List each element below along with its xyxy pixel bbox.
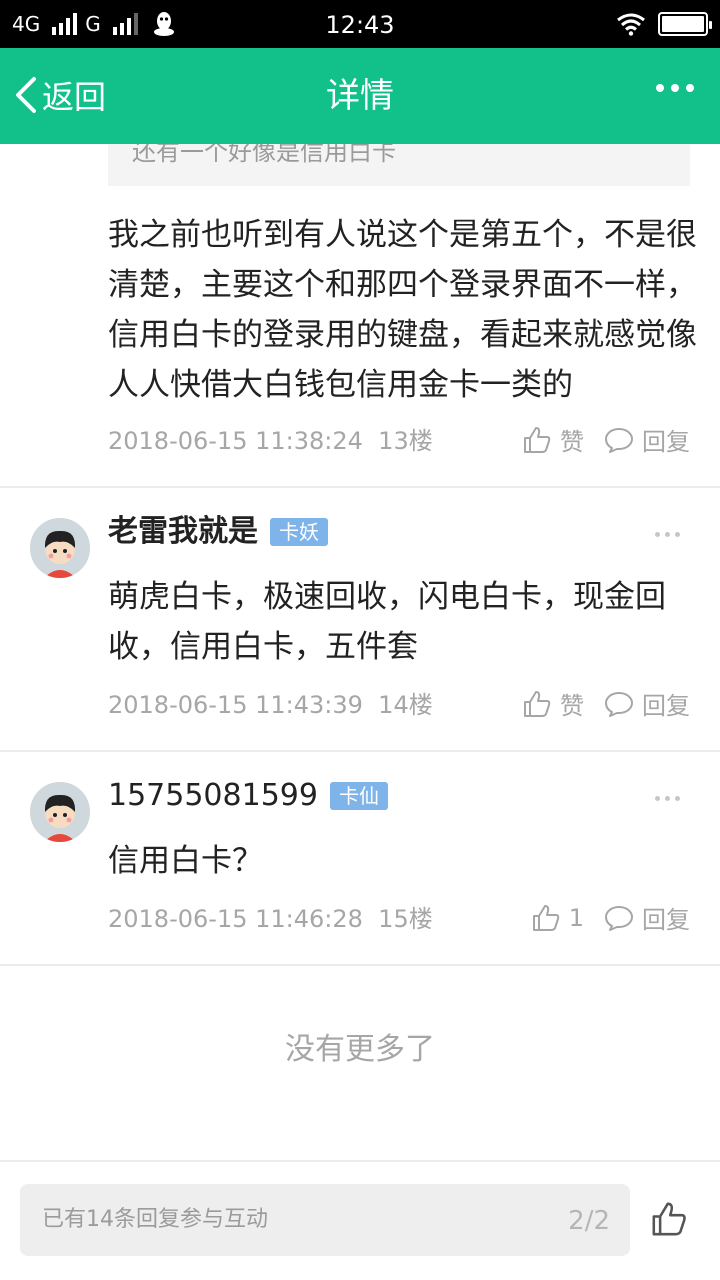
reply-label: 回复 [642,428,690,456]
dot-icon [665,796,670,801]
user-level-badge: 卡仙 [329,782,388,810]
comment-text: 萌虎白卡，极速回收，闪电白卡，现金回收，信用白卡，五件套 [108,579,666,665]
like-post-button[interactable] [650,1200,688,1242]
comment-bubble-icon [605,691,633,717]
bottom-bar: 已有14条回复参与互动 2/2 [0,1160,720,1280]
dot-icon [675,532,680,537]
comment-time: 2018-06-15 11:38:24 [108,427,363,455]
like-label: 赞 [560,692,584,720]
nav-bar: 返回 详情 [0,48,720,144]
wifi-icon [617,13,645,36]
reply-button[interactable]: 回复 [604,422,690,457]
reply-button[interactable]: 回复 [604,686,690,721]
comment-bubble-icon [605,427,633,453]
author-name[interactable]: 老雷我就是 [108,514,258,550]
dot-icon [671,84,679,92]
reply-label: 回复 [642,906,690,934]
no-more-text: 没有更多了 [285,1032,435,1067]
avatar[interactable] [30,518,90,578]
thumb-up-icon [524,690,551,717]
dot-icon [665,532,670,537]
like-count: 1 [568,903,584,932]
more-button[interactable] [656,84,694,92]
author-name[interactable]: 15755081599 [108,778,318,814]
comment-item: 15755081599 卡仙 信用白卡？ 2018-06-15 11:46:28… [0,752,720,966]
clock: 12:43 [325,11,395,39]
avatar-icon [30,782,90,842]
status-bar: 4G G 12:43 [0,0,720,48]
comment-actions: 赞 回复 [522,686,690,721]
page-title: 详情 [326,76,394,116]
reply-button[interactable]: 回复 [604,900,690,935]
dot-icon [656,84,664,92]
battery-icon [658,12,712,36]
comment-meta: 2018-06-15 11:43:39 14楼 [108,690,433,720]
comment-more-button[interactable] [655,532,680,537]
comment-meta: 2018-06-15 11:46:28 15楼 [108,904,433,934]
comment-more-button[interactable] [655,796,680,801]
comment-floor: 14楼 [378,691,433,719]
comment-author: 15755081599 卡仙 [108,778,388,814]
comment-actions: 赞 回复 [522,422,690,457]
thumb-up-icon [524,426,551,453]
like-label: 赞 [560,428,584,456]
comment-meta: 2018-06-15 11:38:24 13楼 [108,426,433,456]
comment-list[interactable]: 还有一个好像是信用白卡 我之前也听到有人说这个是第五个，不是很清楚，主要这个和那… [0,144,720,1160]
thumb-up-icon [652,1202,686,1236]
user-level-badge: 卡妖 [270,518,328,546]
reply-input[interactable]: 已有14条回复参与互动 2/2 [20,1184,630,1256]
avatar[interactable] [30,782,90,842]
page-indicator: 2/2 [568,1206,610,1236]
comment-text: 信用白卡？ [108,843,263,879]
like-button[interactable]: 赞 [522,422,584,457]
thumb-up-icon [532,904,559,931]
status-right [616,12,712,36]
comment-floor: 15楼 [378,905,433,933]
dot-icon [655,532,660,537]
dot-icon [655,796,660,801]
like-button[interactable]: 赞 [522,686,584,721]
comment-bubble-icon [605,905,633,931]
avatar-icon [30,518,90,578]
comment-actions: 1 回复 [531,900,690,935]
dot-icon [675,796,680,801]
comment-text: 我之前也听到有人说这个是第五个，不是很清楚，主要这个和那四个登录界面不一样，信用… [108,217,697,403]
comment-author: 老雷我就是 卡妖 [108,514,328,550]
like-button[interactable]: 1 [531,903,584,933]
reply-placeholder: 已有14条回复参与互动 [42,1207,268,1232]
reply-label: 回复 [642,692,690,720]
comment-floor: 13楼 [378,427,433,455]
comment-time: 2018-06-15 11:46:28 [108,905,363,933]
dot-icon [686,84,694,92]
comment-time: 2018-06-15 11:43:39 [108,691,363,719]
comment-item: 老雷我就是 卡妖 萌虎白卡，极速回收，闪电白卡，现金回收，信用白卡，五件套 20… [0,488,720,752]
comment-item: 我之前也听到有人说这个是第五个，不是很清楚，主要这个和那四个登录界面不一样，信用… [0,144,720,488]
